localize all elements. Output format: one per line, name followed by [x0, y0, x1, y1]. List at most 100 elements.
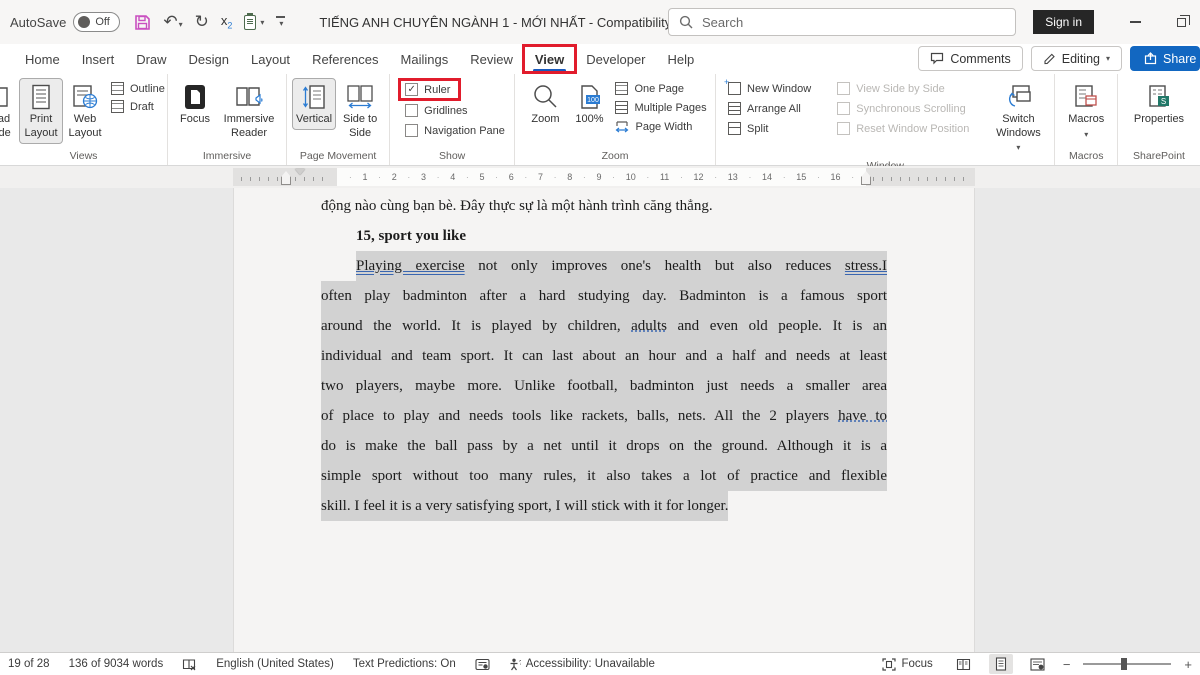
macros-button[interactable]: Macros ▾ — [1062, 78, 1110, 143]
gridlines-checkbox[interactable]: Gridlines — [405, 104, 467, 117]
focus-mode-button[interactable]: Focus — [882, 658, 932, 671]
first-line-indent-marker[interactable] — [295, 169, 305, 175]
page-number-indicator[interactable]: 19 of 28 — [8, 658, 50, 670]
right-indent-marker[interactable] — [861, 176, 871, 185]
doc-line: often play badminton after a hard studyi… — [321, 281, 887, 311]
focus-icon — [183, 84, 207, 110]
editor-icon — [475, 658, 490, 671]
status-bar: 19 of 28 136 of 9034 words English (Unit… — [0, 652, 1200, 675]
web-layout-view-button[interactable] — [1026, 654, 1050, 674]
one-page-button[interactable]: One Page — [615, 82, 706, 95]
doc-line: individual and team sport. It can last a… — [321, 341, 887, 371]
page-width-button[interactable]: Page Width — [615, 120, 706, 134]
split-icon — [728, 122, 741, 135]
share-button[interactable]: Share — [1130, 46, 1200, 71]
tab-view[interactable]: View — [524, 44, 575, 74]
ruler-tick: · — [408, 173, 411, 182]
new-window-button[interactable]: New Window — [728, 82, 811, 95]
arrange-all-icon — [728, 102, 741, 115]
ruler-page-range: ·1·2·3·4·5·6·7·8·9·10·11·12·13·14·15·16· — [233, 168, 975, 186]
ruler-checkbox[interactable]: ✓ Ruler — [405, 83, 450, 96]
draft-button[interactable]: Draft — [111, 100, 165, 113]
zoom-out-button[interactable]: − — [1063, 657, 1071, 672]
web-layout-button[interactable]: Web Layout — [63, 78, 107, 144]
tab-help[interactable]: Help — [657, 44, 706, 74]
chevron-down-icon: ▾ — [1106, 54, 1110, 63]
tab-layout[interactable]: Layout — [240, 44, 301, 74]
editor-button[interactable] — [475, 658, 490, 671]
tab-developer[interactable]: Developer — [575, 44, 656, 74]
vertical-button[interactable]: Vertical — [292, 78, 336, 130]
tab-home[interactable]: Home — [14, 44, 71, 74]
ruler-number: 10 — [626, 172, 636, 182]
navigation-pane-checkbox[interactable]: Navigation Pane — [405, 124, 505, 137]
sharepoint-group-label: SharePoint — [1120, 148, 1198, 165]
tab-design[interactable]: Design — [178, 44, 240, 74]
ruler-number: 1 — [362, 172, 367, 182]
print-layout-button[interactable]: Print Layout — [19, 78, 63, 144]
zoom-button[interactable]: Zoom — [523, 78, 567, 130]
search-input[interactable]: Search — [668, 8, 1016, 36]
save-icon[interactable] — [134, 14, 151, 31]
ruler-number: 3 — [421, 172, 426, 182]
minimize-button[interactable] — [1130, 21, 1141, 23]
zoom-in-button[interactable]: + — [1184, 657, 1192, 672]
tab-mailings[interactable]: Mailings — [390, 44, 460, 74]
zoom-slider[interactable] — [1083, 663, 1171, 665]
ruler-number: 9 — [596, 172, 601, 182]
redo-button[interactable]: ↻ — [195, 13, 209, 32]
tab-references[interactable]: References — [301, 44, 389, 74]
editing-button[interactable]: Editing ▾ — [1031, 46, 1122, 71]
outline-button[interactable]: Outline — [111, 82, 165, 95]
horizontal-ruler[interactable]: ·1·2·3·4·5·6·7·8·9·10·11·12·13·14·15·16· — [0, 166, 1200, 188]
accessibility-icon: ? — [509, 658, 521, 671]
title-bar: AutoSave Off ↶▾ ↻ x2 ▾ ▾ TIẾNG ANH CHUYÊ… — [0, 0, 1200, 44]
split-button[interactable]: Split — [728, 122, 811, 135]
side-to-side-button[interactable]: Side to Side — [336, 78, 384, 144]
autosave-toggle[interactable]: Off — [73, 12, 120, 32]
text-predictions-indicator[interactable]: Text Predictions: On — [353, 658, 456, 670]
doc-line: simple sport without too many rules, it … — [321, 461, 887, 491]
doc-text: do is make the ball pass by a net until … — [321, 438, 887, 454]
print-layout-view-button[interactable] — [989, 654, 1013, 674]
ribbon-group-macros: Macros ▾ Macros — [1055, 74, 1118, 165]
pencil-icon — [1043, 52, 1056, 65]
selected-paragraph[interactable]: Playing exercise not only improves one's… — [321, 251, 887, 521]
arrange-all-button[interactable]: Arrange All — [728, 102, 811, 115]
zoom-100-button[interactable]: 100 100% — [567, 78, 611, 130]
word-count-indicator[interactable]: 136 of 9034 words — [69, 658, 164, 670]
properties-button[interactable]: S Properties — [1128, 78, 1190, 130]
ruler-number: 12 — [694, 172, 704, 182]
tab-draw[interactable]: Draw — [125, 44, 177, 74]
subscript-button[interactable]: x2 — [221, 13, 233, 31]
ruler-number: 8 — [567, 172, 572, 182]
undo-button[interactable]: ↶▾ — [163, 13, 182, 32]
immersive-reader-button[interactable]: Immersive Reader — [217, 78, 281, 144]
ruler-number: 13 — [728, 172, 738, 182]
multiple-pages-button[interactable]: Multiple Pages — [615, 101, 706, 114]
sign-in-button[interactable]: Sign in — [1033, 10, 1094, 34]
document-page[interactable]: động nào cùng bạn bè. Đây thực sự là một… — [233, 188, 975, 652]
tab-review[interactable]: Review — [459, 44, 524, 74]
ribbon: Read Mode Print Layout Web Layout Outlin… — [0, 74, 1200, 166]
tab-insert[interactable]: Insert — [71, 44, 126, 74]
paste-button[interactable]: ▾ — [244, 15, 264, 30]
comments-button[interactable]: Comments — [918, 46, 1022, 71]
proofing-errors-button[interactable] — [182, 658, 197, 671]
restore-button[interactable] — [1177, 18, 1186, 27]
switch-windows-button[interactable]: Switch Windows ▾ — [987, 78, 1049, 157]
accessibility-checker-button[interactable]: ? Accessibility: Unavailable — [509, 658, 655, 671]
web-layout-icon — [71, 84, 99, 110]
intro-line: động nào cùng bạn bè. Đây thực sự là một… — [321, 191, 887, 221]
read-mode-view-button[interactable] — [952, 654, 976, 674]
zoom-slider-thumb[interactable] — [1121, 658, 1127, 670]
customize-qat-button[interactable]: ▾ — [276, 16, 285, 28]
read-mode-icon — [0, 84, 10, 110]
flagged-text: adults — [631, 318, 667, 334]
ribbon-group-immersive: Focus Immersive Reader Immersive — [168, 74, 287, 165]
hanging-indent-marker[interactable] — [281, 176, 291, 185]
language-indicator[interactable]: English (United States) — [216, 658, 334, 670]
read-mode-button[interactable]: Read Mode — [0, 78, 19, 144]
focus-button[interactable]: Focus — [173, 78, 217, 130]
doc-text: of place to play and needs tools like ra… — [321, 408, 838, 424]
